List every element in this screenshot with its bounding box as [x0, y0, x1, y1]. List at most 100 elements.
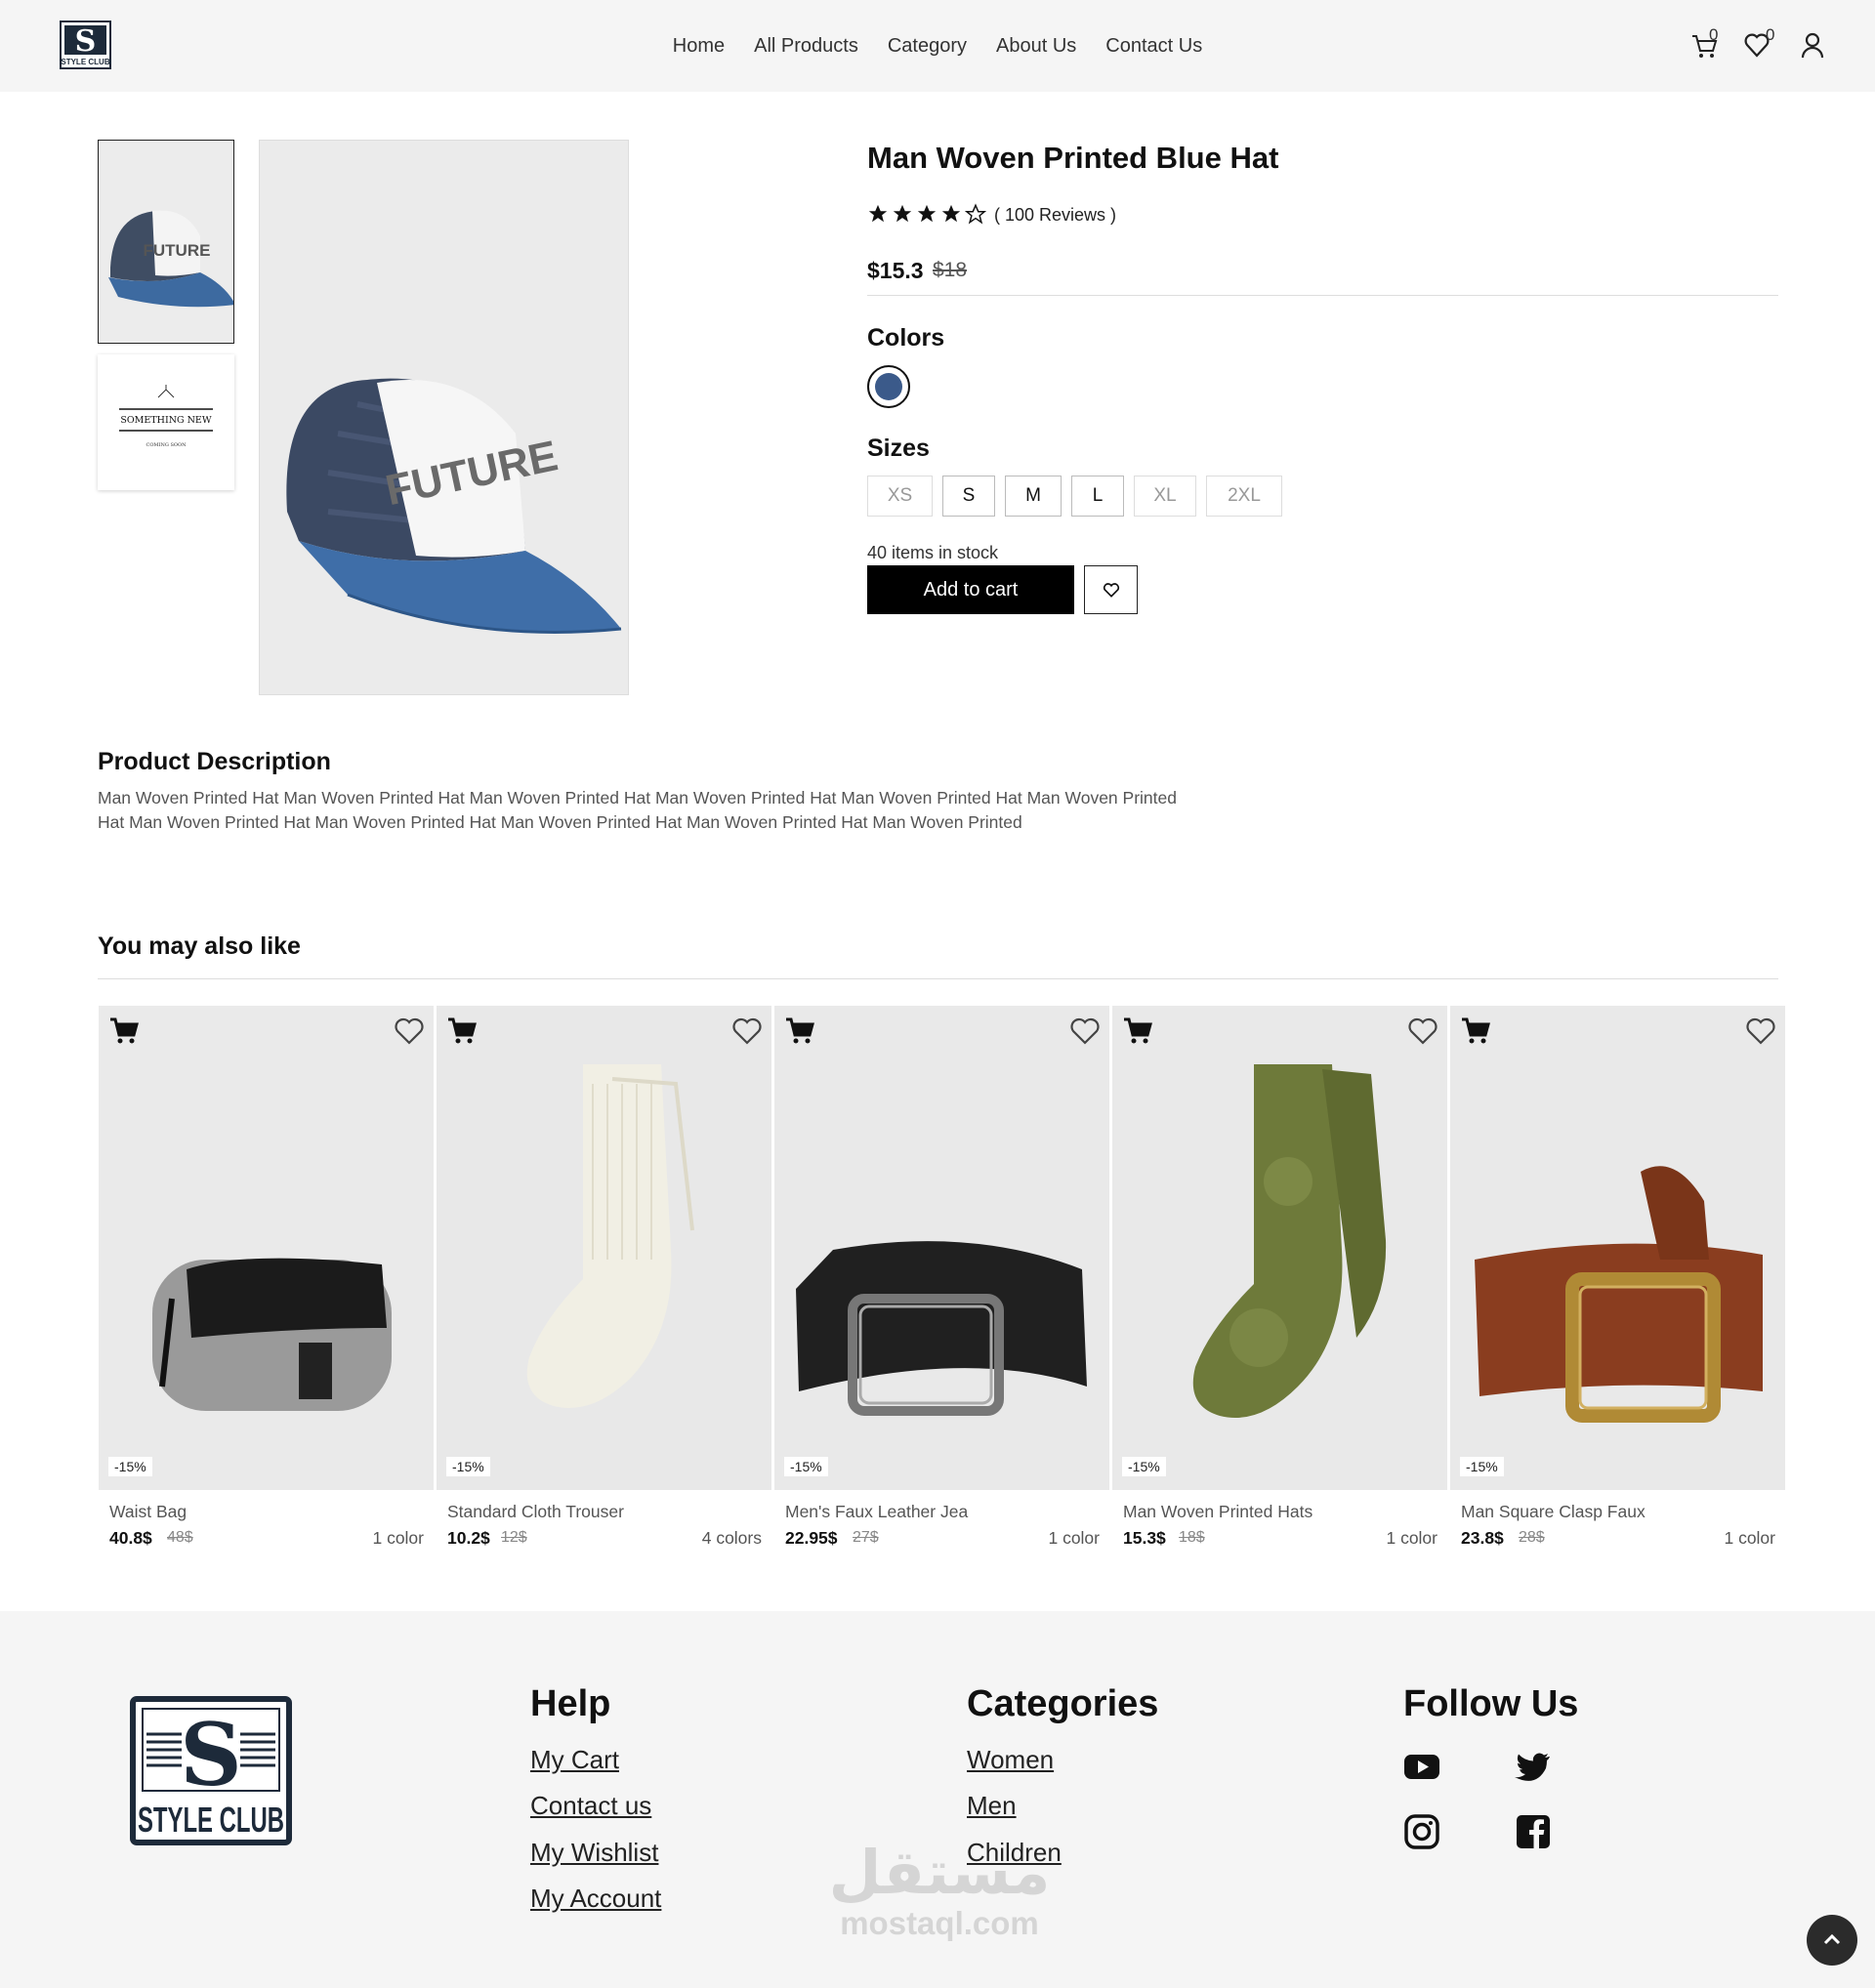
- product-card-price: 22.95$: [785, 1528, 838, 1548]
- product-card-name[interactable]: Man Square Clasp Faux: [1461, 1502, 1715, 1522]
- size-2xl[interactable]: 2XL: [1206, 476, 1282, 517]
- product-card-old-price: 18$: [1179, 1529, 1205, 1546]
- product-card-name[interactable]: Man Woven Printed Hats: [1123, 1502, 1377, 1522]
- svg-text:S: S: [180, 1704, 242, 1805]
- scroll-to-top-button[interactable]: [1807, 1915, 1857, 1966]
- user-icon[interactable]: [1798, 29, 1827, 61]
- categories-title: Categories: [967, 1683, 1159, 1724]
- star-outline-icon: [965, 203, 986, 225]
- discount-badge: -15%: [1460, 1457, 1504, 1476]
- product-card-price: 15.3$: [1123, 1528, 1166, 1548]
- product-card-image[interactable]: [774, 1006, 1109, 1490]
- discount-badge: -15%: [446, 1457, 490, 1476]
- product-card[interactable]: -15% Men's Faux Leather Jea 22.95$ 27$ 1…: [774, 1006, 1109, 1553]
- black-belt-image: [774, 1006, 1109, 1490]
- footer-link-contact-us[interactable]: Contact us: [530, 1791, 651, 1821]
- description-text: Man Woven Printed Hat Man Woven Printed …: [98, 788, 1177, 832]
- footer-link-my-cart[interactable]: My Cart: [530, 1745, 619, 1775]
- add-to-wishlist-button[interactable]: [1084, 565, 1138, 614]
- product-card-price: 40.8$: [109, 1528, 152, 1548]
- colors-label: Colors: [867, 324, 945, 352]
- size-s[interactable]: S: [942, 476, 995, 517]
- heart-icon[interactable]: [393, 1015, 426, 1047]
- size-xs[interactable]: XS: [867, 476, 933, 517]
- main-nav: Home All Products Category About Us Cont…: [0, 0, 1875, 92]
- product-main-image[interactable]: FUTURE: [259, 140, 629, 695]
- product-card[interactable]: -15% Standard Cloth Trouser 10.2$ 12$ 4 …: [437, 1006, 771, 1553]
- divider: [867, 295, 1778, 296]
- footer-link-my-wishlist[interactable]: My Wishlist: [530, 1838, 658, 1868]
- divider: [98, 978, 1778, 979]
- discount-badge: -15%: [784, 1457, 828, 1476]
- star-filled-icon: [893, 204, 912, 223]
- cart-icon[interactable]: [446, 1015, 478, 1047]
- help-title: Help: [530, 1683, 611, 1724]
- related-title: You may also like: [98, 932, 301, 960]
- product-card-image[interactable]: [99, 1006, 434, 1490]
- hat-image: FUTURE: [260, 141, 628, 694]
- product-card-name[interactable]: Waist Bag: [109, 1502, 363, 1522]
- star-filled-icon: [868, 204, 888, 223]
- youtube-icon[interactable]: [1403, 1748, 1440, 1785]
- product-card-colors: 4 colors: [701, 1528, 762, 1548]
- stock-status: 40 items in stock: [867, 543, 999, 562]
- cart-icon[interactable]: [1460, 1015, 1491, 1047]
- cart-icon[interactable]: [108, 1015, 140, 1047]
- rating-stars: [867, 203, 986, 225]
- star-filled-icon: [941, 204, 961, 223]
- product-card-image[interactable]: [437, 1006, 771, 1490]
- instagram-icon[interactable]: [1403, 1813, 1440, 1850]
- product-price: $15.3: [867, 258, 924, 283]
- product-card-name[interactable]: Standard Cloth Trouser: [447, 1502, 701, 1522]
- reviews-count[interactable]: ( 100 Reviews ): [994, 205, 1116, 226]
- product-card[interactable]: -15% Man Square Clasp Faux 23.8$ 28$ 1 c…: [1450, 1006, 1785, 1553]
- product-card-image[interactable]: [1112, 1006, 1447, 1490]
- product-card-name[interactable]: Men's Faux Leather Jea: [785, 1502, 1039, 1522]
- product-card-colors: 1 color: [1386, 1528, 1438, 1548]
- product-thumbnail-1[interactable]: FUTURE: [98, 140, 234, 344]
- heart-icon[interactable]: [1744, 1015, 1777, 1047]
- wishlist-count: 0: [1766, 25, 1775, 44]
- heart-icon[interactable]: [1068, 1015, 1102, 1047]
- heart-icon: [1103, 583, 1119, 598]
- product-card-old-price: 12$: [501, 1529, 527, 1546]
- nav-contact-us[interactable]: Contact Us: [1105, 35, 1202, 58]
- nav-all-products[interactable]: All Products: [754, 35, 858, 58]
- brown-belt-image: [1450, 1006, 1785, 1490]
- heart-icon[interactable]: [730, 1015, 764, 1047]
- add-to-cart-button[interactable]: Add to cart: [867, 565, 1074, 614]
- discount-badge: -15%: [108, 1457, 152, 1476]
- product-card-image[interactable]: [1450, 1006, 1785, 1490]
- facebook-icon[interactable]: [1515, 1813, 1552, 1850]
- product-card-old-price: 48$: [167, 1529, 193, 1546]
- site-header: S STYLE CLUB Home All Products Category …: [0, 0, 1875, 92]
- footer-link-men[interactable]: Men: [967, 1791, 1017, 1821]
- size-l[interactable]: L: [1071, 476, 1124, 517]
- size-m[interactable]: M: [1005, 476, 1062, 517]
- sizes-label: Sizes: [867, 435, 930, 462]
- heart-icon[interactable]: [1406, 1015, 1439, 1047]
- thumb-coming-soon-text: COMING SOON: [146, 442, 188, 448]
- product-card[interactable]: -15% Waist Bag 40.8$ 48$ 1 color: [99, 1006, 434, 1553]
- footer-link-women[interactable]: Women: [967, 1745, 1054, 1775]
- cart-count: 0: [1709, 25, 1719, 44]
- nav-about-us[interactable]: About Us: [996, 35, 1076, 58]
- style-club-logo[interactable]: S STYLE CLUB: [129, 1695, 293, 1846]
- nav-category[interactable]: Category: [888, 35, 967, 58]
- product-card-old-price: 27$: [853, 1529, 879, 1546]
- follow-title: Follow Us: [1403, 1683, 1579, 1724]
- color-swatch-blue[interactable]: [867, 365, 910, 408]
- white-sock-image: [437, 1006, 771, 1490]
- product-thumbnail-2[interactable]: SOMETHING NEW COMING SOON: [98, 354, 234, 490]
- cart-icon[interactable]: [784, 1015, 815, 1047]
- product-card[interactable]: -15% Man Woven Printed Hats 15.3$ 18$ 1 …: [1112, 1006, 1447, 1553]
- size-xl[interactable]: XL: [1134, 476, 1196, 517]
- thumb-hat-print: FUTURE: [144, 241, 211, 260]
- cart-icon[interactable]: [1122, 1015, 1153, 1047]
- nav-home[interactable]: Home: [673, 35, 725, 58]
- footer-link-my-account[interactable]: My Account: [530, 1884, 661, 1914]
- twitter-icon[interactable]: [1515, 1748, 1552, 1785]
- product-card-colors: 1 color: [1724, 1528, 1775, 1548]
- color-swatch-fill: [875, 373, 902, 400]
- thumb-something-new-text: SOMETHING NEW: [120, 415, 212, 426]
